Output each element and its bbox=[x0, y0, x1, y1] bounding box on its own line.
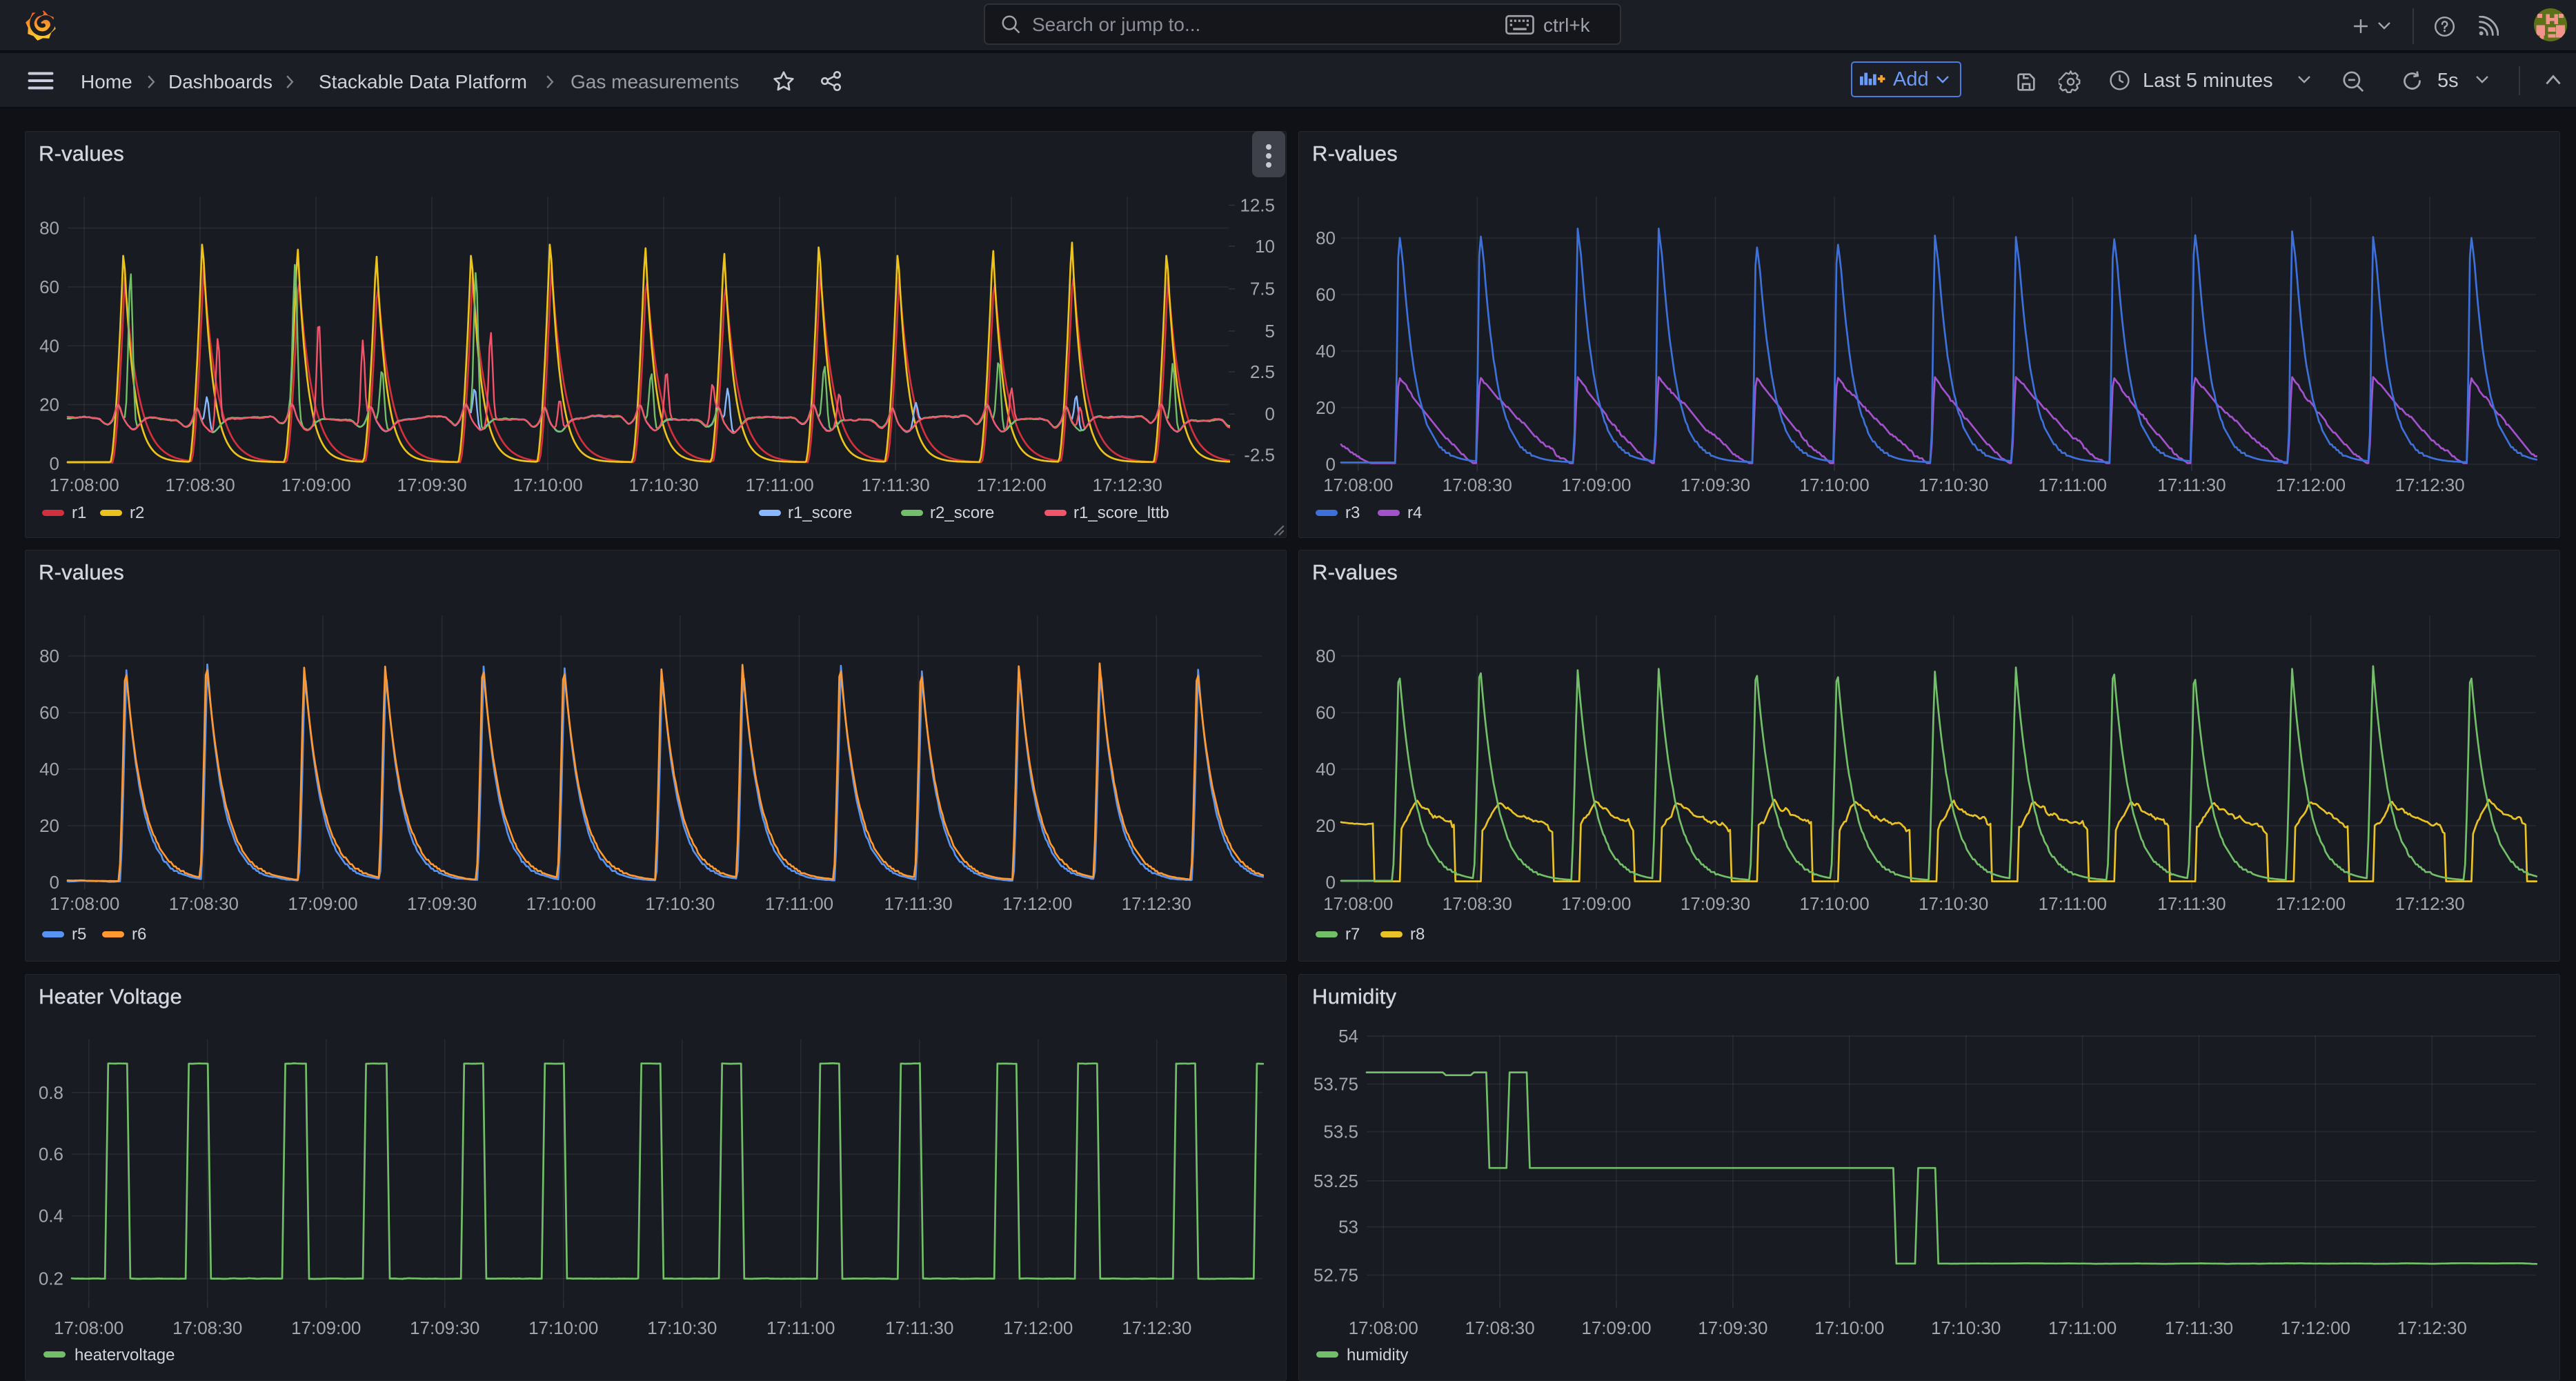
svg-text:17:10:30: 17:10:30 bbox=[645, 893, 715, 914]
svg-text:60: 60 bbox=[39, 277, 59, 297]
svg-text:17:10:00: 17:10:00 bbox=[528, 1318, 598, 1338]
svg-text:17:12:30: 17:12:30 bbox=[2395, 475, 2464, 495]
svg-text:17:09:00: 17:09:00 bbox=[1581, 1318, 1651, 1338]
svg-text:10: 10 bbox=[1255, 236, 1275, 257]
svg-text:17:12:30: 17:12:30 bbox=[1122, 893, 1191, 914]
svg-text:17:10:00: 17:10:00 bbox=[1799, 893, 1869, 914]
svg-text:17:08:00: 17:08:00 bbox=[50, 893, 119, 914]
svg-text:17:12:00: 17:12:00 bbox=[976, 475, 1046, 495]
svg-text:2.5: 2.5 bbox=[1250, 361, 1275, 382]
svg-text:52.75: 52.75 bbox=[1314, 1264, 1358, 1285]
svg-text:53.5: 53.5 bbox=[1323, 1122, 1358, 1142]
svg-text:54: 54 bbox=[1338, 1026, 1358, 1046]
svg-text:0.8: 0.8 bbox=[39, 1082, 63, 1103]
svg-text:17:10:00: 17:10:00 bbox=[1799, 475, 1869, 495]
svg-text:17:09:30: 17:09:30 bbox=[1681, 475, 1750, 495]
svg-text:17:08:00: 17:08:00 bbox=[49, 475, 119, 495]
svg-text:0: 0 bbox=[1326, 454, 1336, 475]
svg-text:17:12:00: 17:12:00 bbox=[1003, 1318, 1073, 1338]
svg-text:17:12:00: 17:12:00 bbox=[2276, 893, 2346, 914]
svg-text:12.5: 12.5 bbox=[1240, 195, 1275, 216]
svg-text:40: 40 bbox=[39, 335, 59, 356]
svg-text:17:08:30: 17:08:30 bbox=[1465, 1318, 1534, 1338]
svg-text:17:11:30: 17:11:30 bbox=[885, 1318, 953, 1338]
svg-text:60: 60 bbox=[1316, 284, 1336, 305]
svg-text:17:10:30: 17:10:30 bbox=[1919, 475, 1988, 495]
svg-text:17:09:00: 17:09:00 bbox=[1561, 893, 1631, 914]
svg-text:17:12:00: 17:12:00 bbox=[1002, 893, 1072, 914]
svg-text:0.4: 0.4 bbox=[39, 1206, 63, 1226]
svg-text:17:10:30: 17:10:30 bbox=[1919, 893, 1988, 914]
svg-text:20: 20 bbox=[39, 815, 59, 836]
svg-text:17:08:30: 17:08:30 bbox=[172, 1318, 242, 1338]
svg-text:0: 0 bbox=[50, 453, 59, 474]
svg-text:17:11:00: 17:11:00 bbox=[2039, 475, 2107, 495]
svg-text:53.25: 53.25 bbox=[1314, 1171, 1358, 1191]
svg-text:17:11:30: 17:11:30 bbox=[2157, 893, 2226, 914]
svg-text:17:10:00: 17:10:00 bbox=[526, 893, 596, 914]
svg-text:17:10:30: 17:10:30 bbox=[1931, 1318, 2001, 1338]
svg-text:17:09:00: 17:09:00 bbox=[281, 475, 350, 495]
svg-text:20: 20 bbox=[1316, 397, 1336, 418]
svg-text:-2.5: -2.5 bbox=[1244, 444, 1275, 465]
svg-text:80: 80 bbox=[1316, 646, 1336, 666]
svg-text:17:11:00: 17:11:00 bbox=[2048, 1318, 2117, 1338]
svg-text:0.2: 0.2 bbox=[39, 1269, 63, 1289]
svg-text:17:08:30: 17:08:30 bbox=[1443, 475, 1512, 495]
svg-text:60: 60 bbox=[39, 702, 59, 723]
svg-text:17:11:30: 17:11:30 bbox=[861, 475, 929, 495]
svg-text:0: 0 bbox=[50, 872, 59, 893]
svg-text:0: 0 bbox=[1265, 404, 1275, 424]
svg-text:17:10:00: 17:10:00 bbox=[513, 475, 582, 495]
svg-text:17:09:00: 17:09:00 bbox=[291, 1318, 361, 1338]
svg-text:53: 53 bbox=[1338, 1217, 1358, 1238]
svg-text:40: 40 bbox=[39, 759, 59, 779]
svg-text:0: 0 bbox=[1326, 872, 1336, 893]
svg-text:17:12:30: 17:12:30 bbox=[2397, 1318, 2467, 1338]
svg-text:17:10:30: 17:10:30 bbox=[647, 1318, 717, 1338]
svg-text:80: 80 bbox=[39, 218, 59, 239]
svg-text:17:08:30: 17:08:30 bbox=[1443, 893, 1512, 914]
svg-text:53.75: 53.75 bbox=[1314, 1074, 1358, 1095]
svg-text:17:09:30: 17:09:30 bbox=[410, 1318, 479, 1338]
svg-text:17:08:00: 17:08:00 bbox=[1349, 1318, 1418, 1338]
svg-text:17:12:30: 17:12:30 bbox=[1122, 1318, 1191, 1338]
svg-text:7.5: 7.5 bbox=[1250, 279, 1275, 299]
svg-text:17:08:00: 17:08:00 bbox=[1323, 893, 1393, 914]
svg-text:17:09:30: 17:09:30 bbox=[1681, 893, 1750, 914]
svg-text:20: 20 bbox=[1316, 815, 1336, 836]
svg-text:17:09:00: 17:09:00 bbox=[1561, 475, 1631, 495]
svg-text:5: 5 bbox=[1265, 321, 1275, 341]
svg-text:17:11:30: 17:11:30 bbox=[884, 893, 952, 914]
svg-text:80: 80 bbox=[1316, 228, 1336, 248]
svg-text:17:09:30: 17:09:30 bbox=[397, 475, 466, 495]
svg-text:17:11:00: 17:11:00 bbox=[766, 1318, 835, 1338]
svg-text:17:08:00: 17:08:00 bbox=[1323, 475, 1393, 495]
svg-text:20: 20 bbox=[39, 395, 59, 415]
svg-text:17:12:00: 17:12:00 bbox=[2276, 475, 2346, 495]
svg-text:17:08:30: 17:08:30 bbox=[169, 893, 239, 914]
svg-text:17:12:00: 17:12:00 bbox=[2281, 1318, 2350, 1338]
svg-text:17:10:00: 17:10:00 bbox=[1814, 1318, 1884, 1338]
svg-text:17:09:00: 17:09:00 bbox=[288, 893, 357, 914]
svg-text:17:11:00: 17:11:00 bbox=[765, 893, 833, 914]
svg-text:17:11:00: 17:11:00 bbox=[2039, 893, 2107, 914]
svg-text:80: 80 bbox=[39, 646, 59, 666]
svg-text:40: 40 bbox=[1316, 759, 1336, 779]
svg-text:17:11:30: 17:11:30 bbox=[2165, 1318, 2233, 1338]
svg-text:40: 40 bbox=[1316, 341, 1336, 361]
svg-text:0.6: 0.6 bbox=[39, 1144, 63, 1164]
svg-text:17:11:00: 17:11:00 bbox=[745, 475, 813, 495]
svg-text:17:08:00: 17:08:00 bbox=[54, 1318, 123, 1338]
svg-text:17:12:30: 17:12:30 bbox=[2395, 893, 2464, 914]
svg-text:60: 60 bbox=[1316, 702, 1336, 723]
svg-text:17:09:30: 17:09:30 bbox=[407, 893, 477, 914]
svg-text:17:10:30: 17:10:30 bbox=[628, 475, 698, 495]
svg-text:17:11:30: 17:11:30 bbox=[2157, 475, 2226, 495]
svg-text:17:08:30: 17:08:30 bbox=[165, 475, 235, 495]
svg-text:17:12:30: 17:12:30 bbox=[1092, 475, 1162, 495]
svg-text:17:09:30: 17:09:30 bbox=[1698, 1318, 1767, 1338]
